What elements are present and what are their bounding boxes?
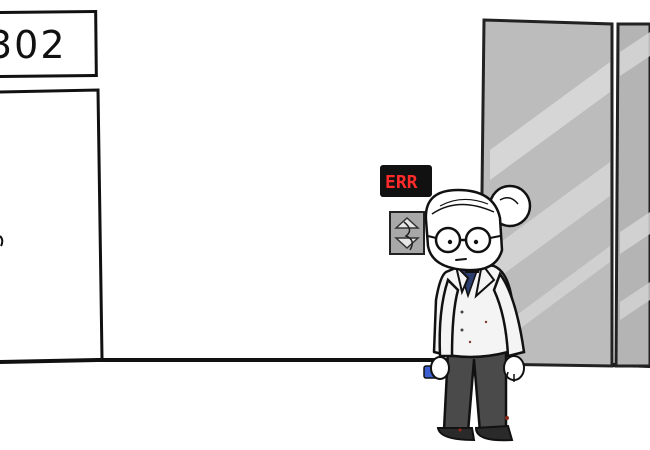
player-character[interactable] [423, 184, 532, 442]
elevator-call-panel[interactable] [389, 211, 425, 255]
game-scene: 302 ERR [0, 9, 650, 442]
elevator-display: ERR [380, 165, 432, 197]
room-number-sign: 302 [0, 9, 98, 79]
room-door[interactable] [0, 88, 104, 360]
elevator-display-text: ERR [385, 172, 418, 193]
room-number-text: 302 [0, 23, 67, 67]
